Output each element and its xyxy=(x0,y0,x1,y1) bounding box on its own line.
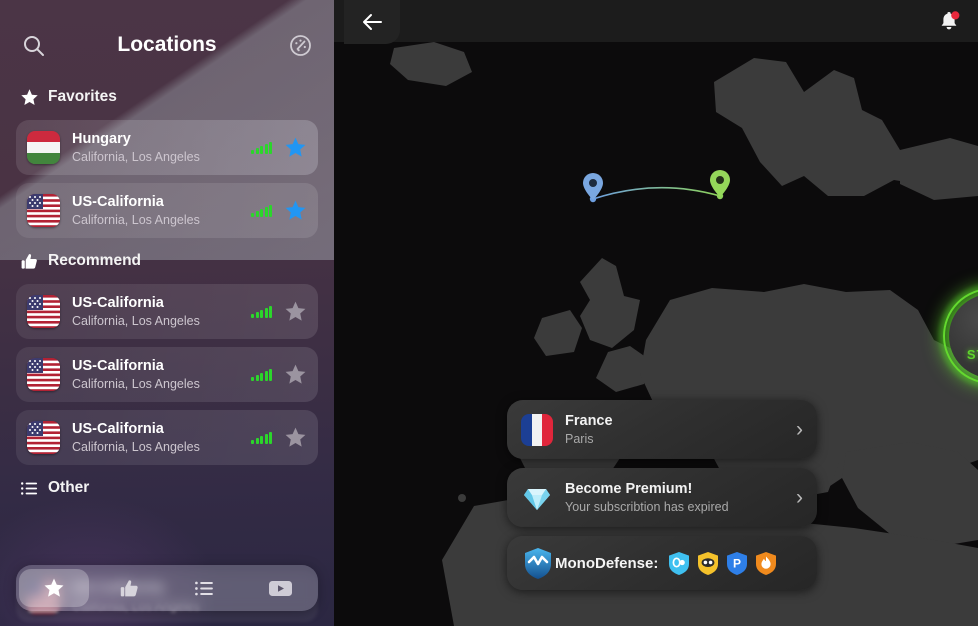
chevron-right-icon: › xyxy=(796,486,803,509)
location-sub: California, Los Angeles xyxy=(72,212,200,227)
location-name: US-California xyxy=(72,294,164,311)
monodefense-badges: P xyxy=(668,551,777,575)
notifications-button[interactable] xyxy=(936,9,962,35)
section-header-other: Other xyxy=(0,473,334,503)
premium-card-subtitle: Your subscribtion has expired xyxy=(565,499,729,514)
tab-streaming[interactable] xyxy=(246,569,316,607)
favorite-toggle[interactable] xyxy=(284,136,307,159)
thumbs-up-icon xyxy=(21,253,37,269)
power-icon xyxy=(974,311,978,345)
monodefense-shield-icon xyxy=(525,548,551,579)
search-button[interactable] xyxy=(22,34,45,57)
france-flag xyxy=(521,413,553,446)
dnsfirewall-badge[interactable] xyxy=(755,551,777,575)
location-sub: California, Los Angeles xyxy=(72,376,200,391)
signal-strength-icon xyxy=(251,431,272,444)
section-header-favorites: Favorites xyxy=(0,82,334,112)
location-sub: California, Los Angeles xyxy=(72,149,200,164)
action-cards: France Paris › Become Premium! Your subs… xyxy=(507,400,817,599)
us-flag xyxy=(27,295,60,328)
section-label: Other xyxy=(48,479,90,496)
speedometer-icon xyxy=(290,34,311,56)
location-row[interactable]: US-California California, Los Angeles xyxy=(16,347,318,402)
sidebar-header: Locations xyxy=(0,16,334,74)
monodefense-label: MonoDefense: xyxy=(555,554,659,572)
thumbs-up-icon xyxy=(120,579,138,596)
star-filled-icon xyxy=(285,200,306,220)
search-icon xyxy=(24,35,44,56)
us-flag xyxy=(27,194,60,227)
top-bar xyxy=(334,0,978,44)
star-filled-icon xyxy=(285,137,306,157)
location-row[interactable]: US-California California, Los Angeles xyxy=(16,410,318,465)
map-panel: START France Paris › xyxy=(334,0,978,626)
section-label: Recommend xyxy=(48,252,142,269)
selected-location-card[interactable]: France Paris › xyxy=(507,400,817,459)
location-row[interactable]: US-California California, Los Angeles xyxy=(16,183,318,238)
star-icon xyxy=(44,578,64,597)
signal-strength-icon xyxy=(251,305,272,318)
list-icon xyxy=(21,481,38,495)
keepsolid-badge[interactable] xyxy=(697,551,719,575)
favorite-toggle[interactable] xyxy=(284,426,307,449)
tab-all-locations[interactable] xyxy=(170,569,240,607)
star-outline-icon xyxy=(285,364,306,384)
premium-card-title: Become Premium! xyxy=(565,480,693,497)
sidebar-tab-bar xyxy=(16,565,318,611)
tab-favorites[interactable] xyxy=(19,569,89,607)
star-outline-icon xyxy=(285,301,306,321)
location-row[interactable]: US-California California, Los Angeles xyxy=(16,284,318,339)
video-icon xyxy=(268,580,292,596)
location-name: US-California xyxy=(72,357,164,374)
location-sub: California, Los Angeles xyxy=(72,439,200,454)
monovpn-badge[interactable] xyxy=(668,551,690,575)
tab-recommend[interactable] xyxy=(95,569,165,607)
bell-icon xyxy=(941,11,960,30)
speedtest-button[interactable] xyxy=(289,34,312,57)
vpn-app-window: START France Paris › xyxy=(0,0,978,626)
signal-strength-icon xyxy=(251,204,272,217)
star-icon xyxy=(21,88,38,105)
chevron-right-icon: › xyxy=(796,418,803,441)
location-row[interactable]: Hungary California, Los Angeles xyxy=(16,120,318,175)
section-header-recommend: Recommend xyxy=(0,246,334,276)
notification-badge xyxy=(951,11,960,20)
location-name: Hungary xyxy=(72,130,131,147)
page-title: Locations xyxy=(117,33,217,56)
favorite-toggle[interactable] xyxy=(284,363,307,386)
signal-strength-icon xyxy=(251,368,272,381)
location-name: US-California xyxy=(72,193,164,210)
location-card-title: France xyxy=(565,412,613,429)
hungary-flag xyxy=(27,131,60,164)
monodefense-card[interactable]: MonoDefense: P xyxy=(507,536,817,590)
us-flag xyxy=(27,421,60,454)
location-card-subtitle: Paris xyxy=(565,431,594,446)
us-flag xyxy=(27,358,60,391)
favorite-toggle[interactable] xyxy=(284,300,307,323)
location-sub: California, Los Angeles xyxy=(72,313,200,328)
star-outline-icon xyxy=(285,427,306,447)
list-icon xyxy=(195,581,214,595)
passwarden-badge[interactable]: P xyxy=(726,551,748,575)
start-button-label: START xyxy=(966,346,978,362)
diamond-icon xyxy=(524,488,550,510)
section-label: Favorites xyxy=(48,88,117,105)
become-premium-card[interactable]: Become Premium! Your subscribtion has ex… xyxy=(507,468,817,527)
back-button[interactable] xyxy=(344,0,400,44)
favorite-toggle[interactable] xyxy=(284,199,307,222)
arrow-left-icon xyxy=(363,14,382,30)
signal-strength-icon xyxy=(251,141,272,154)
svg-text:P: P xyxy=(733,557,741,571)
location-name: US-California xyxy=(72,420,164,437)
locations-sidebar: Locations Favorites Hungary California, … xyxy=(0,0,334,626)
connect-start-button[interactable]: START xyxy=(938,283,978,389)
